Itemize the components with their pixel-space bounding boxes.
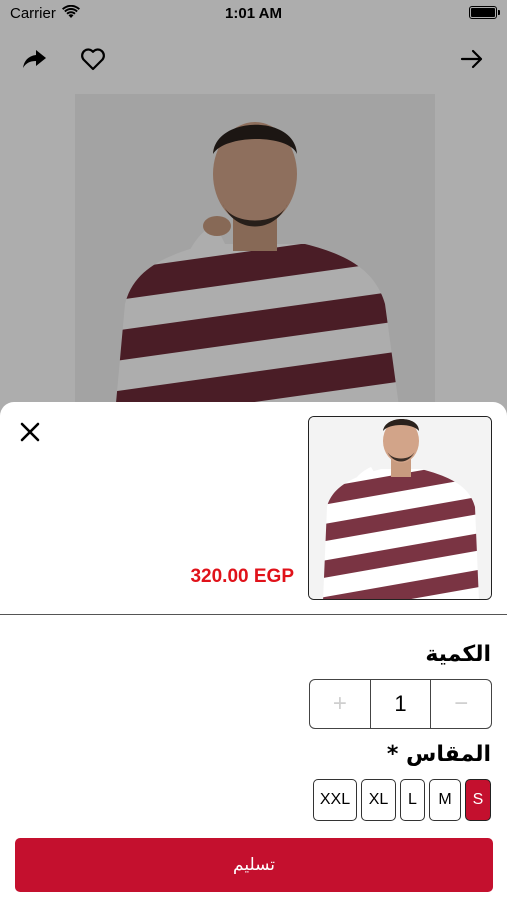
size-option-xxl[interactable]: XXL bbox=[313, 779, 357, 821]
submit-button[interactable]: تسليم bbox=[15, 838, 493, 892]
size-selector: XXL XL L M S bbox=[313, 779, 491, 821]
options-bottom-sheet: 320.00 EGP الكمية + 1 − المقاس * XXL XL … bbox=[0, 402, 507, 900]
close-icon[interactable] bbox=[18, 420, 42, 444]
size-option-xl[interactable]: XL bbox=[361, 779, 396, 821]
quantity-title: الكمية bbox=[425, 642, 491, 667]
size-title: المقاس * bbox=[386, 742, 491, 767]
divider bbox=[0, 614, 507, 615]
increment-button[interactable]: + bbox=[310, 680, 370, 728]
decrement-button[interactable]: − bbox=[430, 680, 491, 728]
quantity-value: 1 bbox=[369, 680, 431, 728]
product-price: 320.00 EGP bbox=[190, 566, 294, 587]
size-option-l[interactable]: L bbox=[400, 779, 425, 821]
size-option-s[interactable]: S bbox=[465, 779, 491, 821]
product-thumbnail bbox=[308, 416, 492, 600]
quantity-stepper: + 1 − bbox=[309, 679, 492, 729]
size-option-m[interactable]: M bbox=[429, 779, 461, 821]
